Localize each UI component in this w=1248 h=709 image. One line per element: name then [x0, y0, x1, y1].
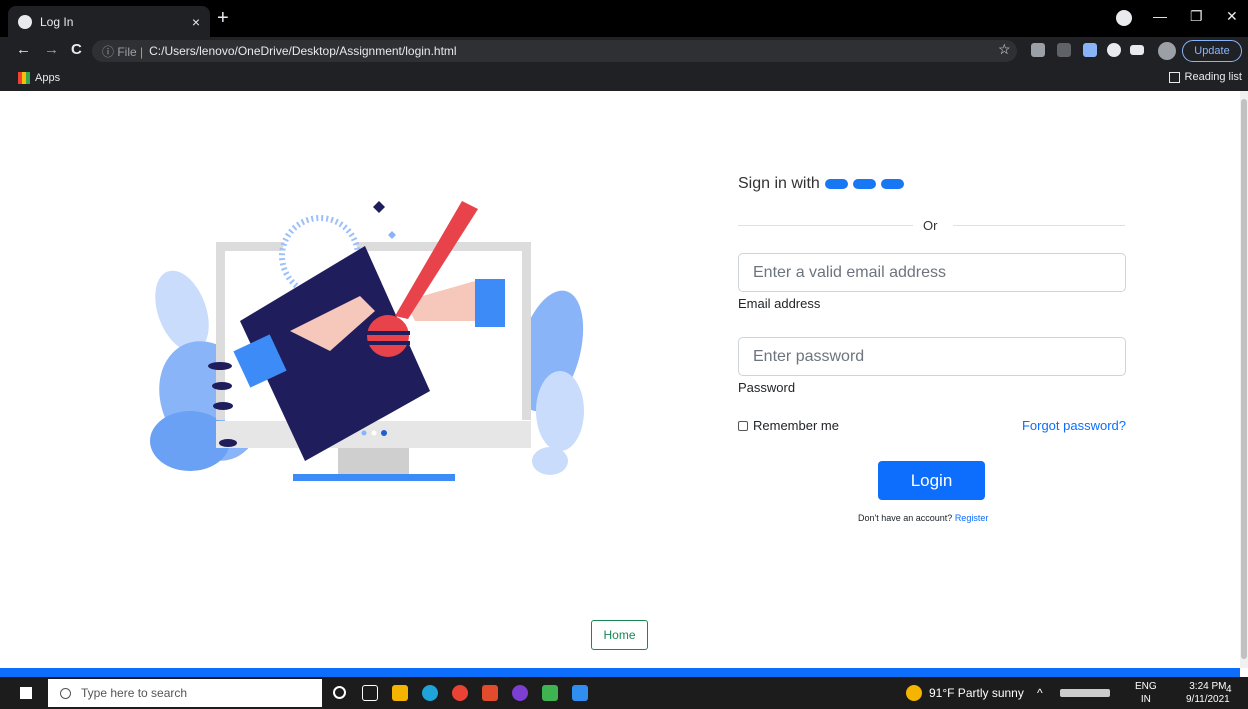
apps-grid-icon [18, 72, 30, 84]
divider-line [953, 225, 1125, 226]
store-icon[interactable] [542, 685, 558, 701]
extension-icon[interactable] [1031, 43, 1045, 57]
globe-icon [18, 14, 32, 29]
url-input[interactable]: ⓘ File | C:/Users/lenovo/OneDrive/Deskto… [92, 40, 1017, 62]
search-icon [60, 687, 71, 699]
chevron-up-icon[interactable]: ^ [1037, 686, 1043, 700]
email-label: Email address [738, 296, 821, 311]
remember-label: Remember me [753, 418, 839, 433]
login-button[interactable]: Login [878, 461, 985, 500]
language-bottom: IN [1140, 694, 1151, 705]
browser-tab-bar: Log In × + — ❐ ✕ [0, 0, 1248, 37]
browser-tab[interactable]: Log In × [8, 6, 210, 37]
new-tab-button[interactable]: + [217, 7, 229, 30]
back-button[interactable]: ← [16, 41, 31, 58]
register-prompt-text: Don't have an account? [858, 513, 953, 523]
system-tray-icons[interactable] [1060, 689, 1110, 697]
scrollbar-thumb[interactable] [1241, 99, 1247, 659]
puzzle-icon[interactable] [1107, 43, 1121, 57]
weather-icon[interactable] [906, 685, 922, 701]
apps-shortcut[interactable]: Apps [18, 72, 60, 84]
remember-me[interactable]: Remember me [738, 418, 839, 433]
address-bar: ← → C ⓘ File | C:/Users/lenovo/OneDrive/… [0, 37, 1248, 65]
language-indicator[interactable]: ENG IN [1135, 680, 1157, 706]
bookmark-star-icon[interactable]: ☆ [998, 41, 1011, 58]
page-scrollbar[interactable] [1240, 91, 1248, 668]
forgot-password-link[interactable]: Forgot password? [1022, 418, 1126, 433]
email-input[interactable]: Enter a valid email address [738, 253, 1126, 292]
clock[interactable]: 3:24 PM 9/11/2021 [1186, 680, 1230, 706]
reading-list-label: Reading list [1184, 71, 1242, 83]
notification-badge[interactable]: 4 [1226, 684, 1232, 695]
weather-text[interactable]: 91°F Partly sunny [929, 686, 1024, 700]
vscode-icon[interactable] [572, 685, 588, 701]
or-label: Or [923, 218, 938, 233]
twitter-icon[interactable] [852, 179, 876, 189]
podcast-icon[interactable] [512, 685, 528, 701]
edge-icon[interactable] [422, 685, 438, 701]
chrome-icon[interactable] [452, 685, 468, 701]
register-link[interactable]: Register [955, 513, 989, 523]
minimize-button[interactable]: — [1153, 8, 1167, 24]
linkedin-icon[interactable] [880, 179, 904, 189]
cortana-icon[interactable] [333, 686, 346, 699]
media-icon[interactable] [1130, 45, 1144, 55]
remember-checkbox[interactable] [738, 420, 748, 431]
task-view-icon[interactable] [362, 685, 378, 701]
tab-close-icon[interactable]: × [192, 14, 200, 30]
taskbar-search-input[interactable]: Type here to search [48, 679, 322, 707]
profile-icon[interactable] [1116, 10, 1132, 26]
divider-line [738, 225, 913, 226]
maximize-button[interactable]: ❐ [1190, 8, 1203, 25]
file-explorer-icon[interactable] [392, 685, 408, 701]
extension-icon[interactable] [1057, 43, 1071, 57]
password-input[interactable]: Enter password [738, 337, 1126, 376]
login-illustration [150, 201, 584, 481]
home-button[interactable]: Home [591, 620, 648, 650]
footer-bar [0, 668, 1240, 677]
bookmarks-bar: Apps Reading list [0, 65, 1248, 91]
clock-date: 9/11/2021 [1186, 694, 1230, 705]
url-text: C:/Users/lenovo/OneDrive/Desktop/Assignm… [149, 44, 457, 58]
translate-icon[interactable] [1083, 43, 1097, 57]
language-top: ENG [1135, 681, 1157, 692]
office-icon[interactable] [482, 685, 498, 701]
password-label: Password [738, 380, 796, 395]
windows-start-icon[interactable] [20, 687, 32, 699]
forward-button[interactable]: → [44, 41, 59, 58]
update-button[interactable]: Update [1182, 40, 1242, 62]
facebook-icon[interactable] [824, 179, 848, 189]
apps-label: Apps [35, 72, 61, 84]
reading-list-icon [1168, 71, 1180, 83]
or-divider: Or [738, 217, 1125, 235]
register-prompt: Don't have an account? Register [858, 513, 988, 523]
tab-title: Log In [40, 14, 74, 29]
close-window-button[interactable]: ✕ [1226, 8, 1238, 25]
social-signin: Sign in with [738, 175, 904, 193]
clock-time: 3:24 PM [1189, 681, 1227, 692]
reading-list-button[interactable]: Reading list [1168, 71, 1242, 83]
windows-taskbar: Type here to search 91°F Partly sunny ^ … [0, 677, 1248, 709]
search-placeholder: Type here to search [81, 686, 188, 700]
page-content: Sign in with Or Enter a valid email addr… [0, 91, 1240, 668]
reload-button[interactable]: C [71, 41, 82, 58]
signin-label: Sign in with [738, 175, 820, 192]
url-scheme: ⓘ File | [102, 44, 144, 59]
avatar[interactable] [1158, 42, 1176, 60]
